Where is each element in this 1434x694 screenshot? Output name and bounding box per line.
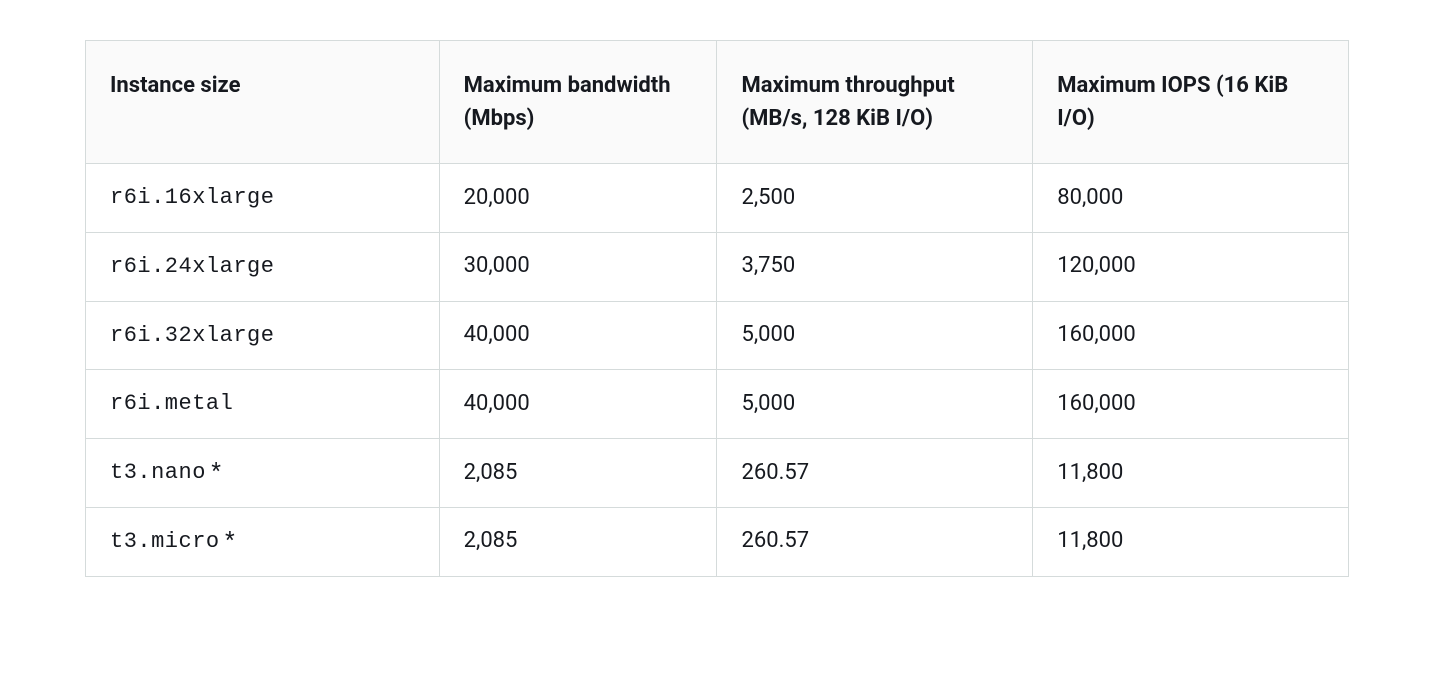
table-header-row: Instance size Maximum bandwidth (Mbps) M…: [86, 41, 1349, 164]
cell-iops: 120,000: [1033, 232, 1349, 301]
cell-bandwidth: 2,085: [439, 507, 717, 576]
instance-name: r6i.metal: [110, 391, 233, 416]
instance-name: t3.nano: [110, 460, 206, 485]
cell-instance-size: t3.micro *: [86, 507, 440, 576]
cell-instance-size: r6i.16xlarge: [86, 164, 440, 233]
instance-name: r6i.16xlarge: [110, 185, 274, 210]
instance-name: t3.micro: [110, 529, 220, 554]
cell-instance-size: t3.nano *: [86, 439, 440, 508]
table-row: r6i.16xlarge 20,000 2,500 80,000: [86, 164, 1349, 233]
cell-bandwidth: 40,000: [439, 370, 717, 439]
cell-throughput: 5,000: [717, 301, 1033, 370]
cell-bandwidth: 20,000: [439, 164, 717, 233]
cell-iops: 80,000: [1033, 164, 1349, 233]
table-row: t3.micro * 2,085 260.57 11,800: [86, 507, 1349, 576]
cell-bandwidth: 30,000: [439, 232, 717, 301]
cell-instance-size: r6i.24xlarge: [86, 232, 440, 301]
header-iops: Maximum IOPS (16 KiB I/O): [1033, 41, 1349, 164]
cell-iops: 11,800: [1033, 439, 1349, 508]
cell-iops: 160,000: [1033, 370, 1349, 439]
table-row: r6i.24xlarge 30,000 3,750 120,000: [86, 232, 1349, 301]
instance-name: r6i.32xlarge: [110, 323, 274, 348]
table-row: r6i.32xlarge 40,000 5,000 160,000: [86, 301, 1349, 370]
cell-throughput: 260.57: [717, 439, 1033, 508]
cell-throughput: 5,000: [717, 370, 1033, 439]
cell-throughput: 2,500: [717, 164, 1033, 233]
cell-throughput: 3,750: [717, 232, 1033, 301]
cell-iops: 11,800: [1033, 507, 1349, 576]
cell-iops: 160,000: [1033, 301, 1349, 370]
table-row: r6i.metal 40,000 5,000 160,000: [86, 370, 1349, 439]
cell-bandwidth: 40,000: [439, 301, 717, 370]
cell-instance-size: r6i.metal: [86, 370, 440, 439]
cell-instance-size: r6i.32xlarge: [86, 301, 440, 370]
instance-suffix: *: [220, 528, 235, 553]
instance-name: r6i.24xlarge: [110, 254, 274, 279]
cell-throughput: 260.57: [717, 507, 1033, 576]
header-throughput: Maximum throughput (MB/s, 128 KiB I/O): [717, 41, 1033, 164]
cell-bandwidth: 2,085: [439, 439, 717, 508]
header-bandwidth: Maximum bandwidth (Mbps): [439, 41, 717, 164]
header-instance-size: Instance size: [86, 41, 440, 164]
table-row: t3.nano * 2,085 260.57 11,800: [86, 439, 1349, 508]
instance-suffix: *: [206, 459, 221, 484]
instance-specs-table: Instance size Maximum bandwidth (Mbps) M…: [85, 40, 1349, 577]
